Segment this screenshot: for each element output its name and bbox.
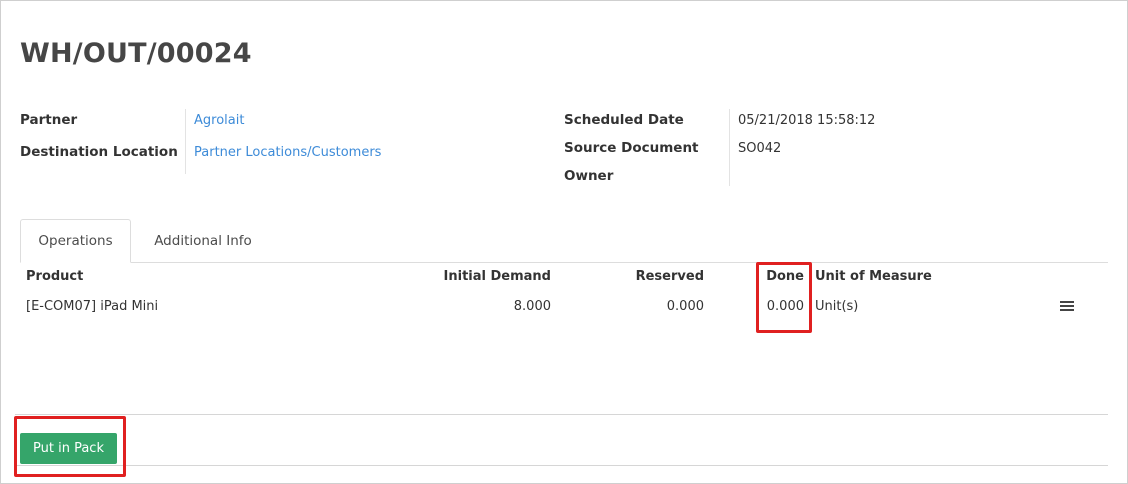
field-divider (729, 109, 730, 186)
field-divider (185, 109, 186, 174)
tab-additional-info[interactable]: Additional Info (141, 219, 265, 262)
tab-bar-border (20, 262, 1108, 263)
owner-label: Owner (564, 168, 614, 184)
source-document-label: Source Document (564, 140, 699, 156)
column-header-reserved[interactable]: Reserved (601, 269, 704, 284)
destination-location-label: Destination Location (20, 144, 178, 160)
cell-product[interactable]: [E-COM07] iPad Mini (26, 299, 158, 314)
form-sheet: WH/OUT/00024 Partner Destination Locatio… (0, 0, 1128, 484)
scheduled-date-value[interactable]: 05/21/2018 15:58:12 (738, 113, 875, 128)
column-header-unit-of-measure[interactable]: Unit of Measure (815, 269, 932, 284)
cell-unit-of-measure[interactable]: Unit(s) (815, 299, 858, 314)
done-column-highlight (756, 262, 812, 333)
partner-label: Partner (20, 112, 78, 128)
source-document-value[interactable]: SO042 (738, 141, 781, 156)
partner-link[interactable]: Agrolait (194, 113, 244, 128)
column-header-initial-demand[interactable]: Initial Demand (421, 269, 551, 284)
destination-location-link[interactable]: Partner Locations/Customers (194, 145, 381, 160)
page-title: WH/OUT/00024 (20, 38, 252, 69)
list-icon[interactable] (1060, 301, 1074, 312)
cell-reserved[interactable]: 0.000 (601, 299, 704, 314)
column-header-product[interactable]: Product (26, 269, 83, 284)
cell-initial-demand[interactable]: 8.000 (421, 299, 551, 314)
put-in-pack-highlight (14, 416, 126, 477)
footer-divider-bottom (15, 465, 1108, 466)
scheduled-date-label: Scheduled Date (564, 112, 684, 128)
tab-operations[interactable]: Operations (20, 219, 131, 263)
footer-divider-top (15, 414, 1108, 415)
